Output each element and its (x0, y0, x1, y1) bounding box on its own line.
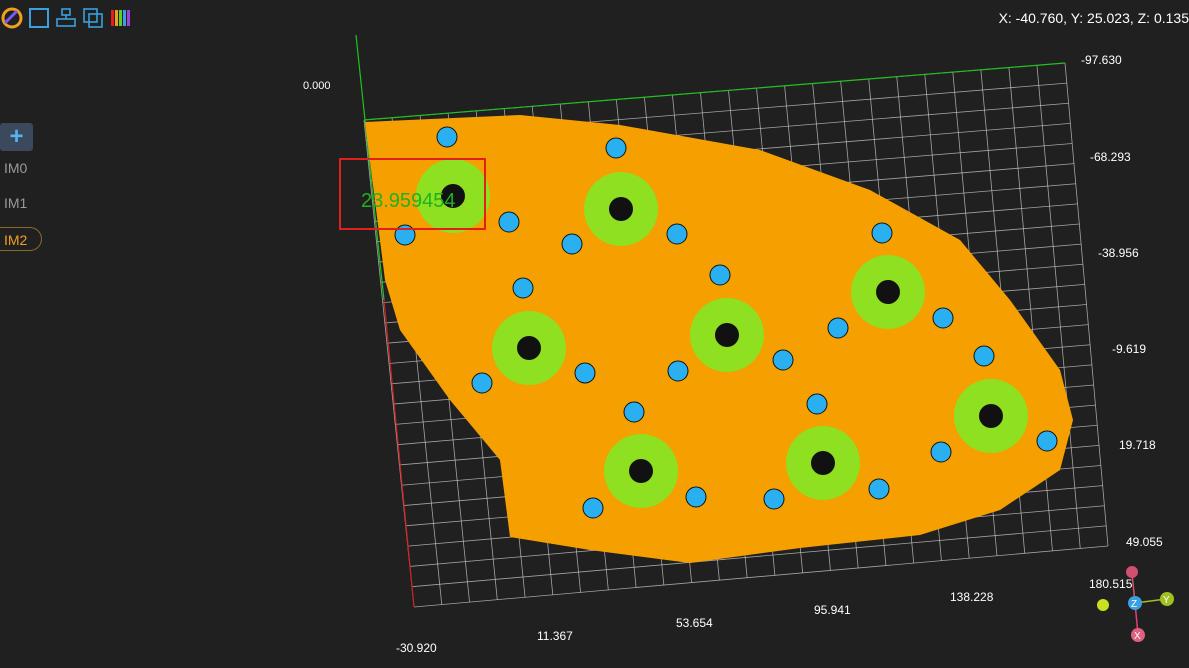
small-hole-21 (685, 486, 707, 508)
y-tick-4: -9.619 (1112, 342, 1146, 356)
small-hole-1 (605, 137, 627, 159)
small-hole-12 (471, 372, 493, 394)
axis-origin-label: 0.000 (303, 80, 331, 92)
z-axis-line (383, 299, 415, 608)
measurement-box[interactable]: 23.959454 (339, 158, 486, 230)
x-tick-4: 95.941 (814, 603, 851, 617)
ring-hole-4 (715, 323, 739, 347)
measurement-value: 23.959454 (361, 190, 456, 212)
small-hole-14 (667, 360, 689, 382)
gizmo-x-label: X (1134, 631, 1141, 642)
y-tick-6: 49.055 (1126, 535, 1163, 549)
small-hole-8 (512, 277, 534, 299)
sidebar-item-im2[interactable]: IM2 (0, 227, 42, 251)
ring-hole-7 (811, 451, 835, 475)
small-hole-7 (709, 264, 731, 286)
x-tick-2: 11.367 (537, 629, 573, 643)
sidebar-item-im0[interactable]: IM0 (0, 156, 42, 180)
small-hole-16 (806, 393, 828, 415)
ring-hole-5 (979, 404, 1003, 428)
y-tick-1: -97.630 (1081, 53, 1122, 67)
small-hole-18 (930, 441, 952, 463)
small-hole-20 (868, 478, 890, 500)
small-hole-5 (666, 223, 688, 245)
y-tick-5: 19.718 (1119, 438, 1156, 452)
small-hole-11 (973, 345, 995, 367)
small-hole-2 (498, 211, 520, 233)
small-hole-10 (932, 307, 954, 329)
ring-hole-1 (609, 197, 633, 221)
x-tick-6: 180.515 (1089, 577, 1133, 591)
small-hole-17 (623, 401, 645, 423)
y-tick-2: -68.293 (1090, 150, 1131, 164)
small-hole-15 (772, 349, 794, 371)
x-tick-3: 53.654 (676, 616, 713, 630)
y-tick-3: -38.956 (1098, 246, 1139, 260)
ring-hole-6 (629, 459, 653, 483)
small-hole-4 (561, 233, 583, 255)
ring-hole-3 (517, 336, 541, 360)
add-image-button[interactable]: + (0, 123, 33, 151)
small-hole-9 (827, 317, 849, 339)
gizmo-y-label: Y (1163, 595, 1170, 606)
small-hole-19 (1036, 430, 1058, 452)
gizmo-z-label: Z (1131, 599, 1137, 610)
small-hole-13 (574, 362, 596, 384)
sidebar-item-im1[interactable]: IM1 (0, 191, 42, 215)
x-tick-5: 138.228 (950, 590, 994, 604)
small-hole-0 (436, 126, 458, 148)
x-tick-1: -30.920 (396, 641, 437, 655)
ring-hole-2 (876, 280, 900, 304)
small-hole-23 (582, 497, 604, 519)
small-hole-6 (871, 222, 893, 244)
small-hole-22 (763, 488, 785, 510)
point-cloud-viewer[interactable]: -97.630 -68.293 -38.956 -9.619 19.718 49… (0, 0, 1189, 668)
